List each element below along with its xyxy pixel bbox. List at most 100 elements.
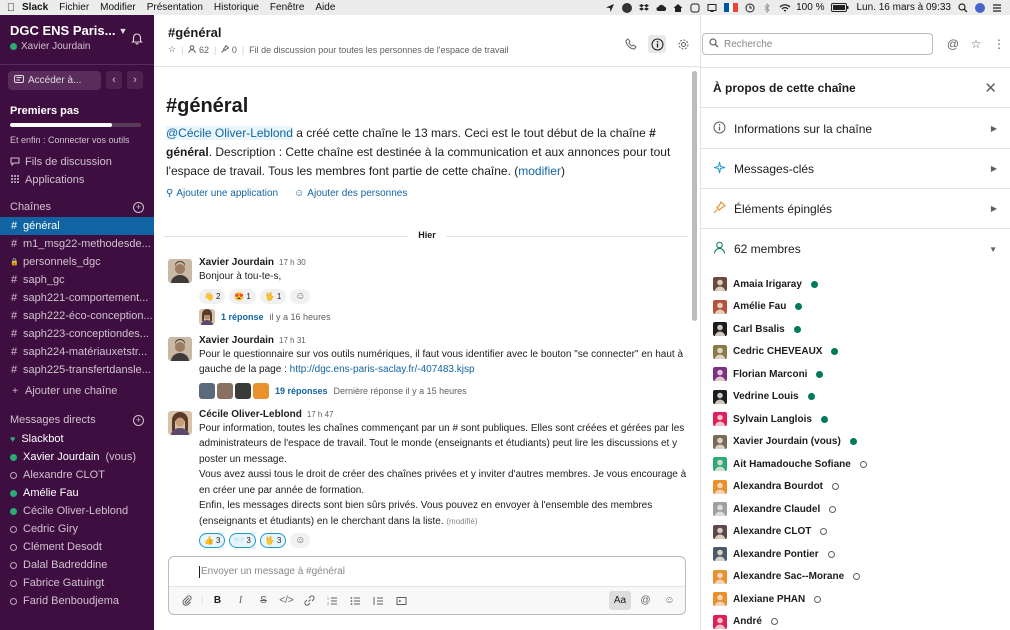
add-people-button[interactable]: ☺ Ajouter des personnes: [294, 188, 407, 199]
dm-section-header[interactable]: Messages directs +: [0, 410, 154, 430]
italic-icon[interactable]: I: [231, 591, 250, 610]
sidebar-item-dm[interactable]: Dalal Badreddine: [0, 556, 154, 574]
reaction[interactable]: 👋 2: [199, 288, 226, 304]
star-icon[interactable]: ☆: [168, 44, 176, 55]
format-toggle-button[interactable]: Aa: [609, 591, 631, 610]
spotlight-icon[interactable]: [958, 2, 968, 13]
app-tray-icon[interactable]: [622, 2, 633, 13]
numbered-list-icon[interactable]: 12: [323, 591, 342, 610]
message-author[interactable]: Cécile Oliver-Leblond: [199, 409, 302, 420]
sidebar-item-channel[interactable]: # m1_msg22-methodesde...: [0, 235, 154, 253]
member-row[interactable]: Alexandre Pontier: [713, 543, 1003, 566]
member-row[interactable]: Amaia Irigaray: [713, 273, 1003, 296]
back-arrow-icon[interactable]: ‹: [106, 71, 122, 89]
member-row[interactable]: Alexiane PHAN: [713, 588, 1003, 611]
thread-summary[interactable]: 1 réponse il y a 16 heures: [199, 308, 688, 325]
thread-summary[interactable]: 19 réponses Dernière réponse il y a 15 h…: [199, 382, 688, 399]
avatar[interactable]: [168, 259, 192, 283]
jump-to-button[interactable]: Accéder à...: [8, 70, 101, 90]
message[interactable]: Xavier Jourdain 17 h 31 Pour le question…: [154, 335, 700, 399]
message-author[interactable]: Xavier Jourdain: [199, 257, 274, 268]
message-scrollbar[interactable]: [692, 71, 697, 321]
member-row[interactable]: Alexandra Bourdot: [713, 476, 1003, 499]
message[interactable]: Cécile Oliver-Leblond 17 h 47 Pour infor…: [154, 409, 700, 548]
add-reaction-icon[interactable]: ☺: [290, 288, 311, 304]
member-row[interactable]: Sylvain Langlois: [713, 408, 1003, 431]
sidebar-item-dm[interactable]: Farid Benboudjema: [0, 592, 154, 610]
avatar[interactable]: [168, 336, 192, 361]
add-channel-button[interactable]: + Ajouter une chaîne: [0, 382, 154, 400]
sidebar-item-channel[interactable]: # saph223-conceptiondes...: [0, 325, 154, 343]
bluetooth-icon[interactable]: [762, 2, 772, 13]
sidebar-item-channel[interactable]: # saph225-transfertdansle...: [0, 361, 154, 379]
forward-arrow-icon[interactable]: ›: [127, 71, 143, 89]
emoji-icon[interactable]: ☺: [660, 591, 679, 610]
avatar[interactable]: [168, 410, 192, 435]
info-icon[interactable]: [648, 35, 666, 53]
menu-fenetre[interactable]: Fenêtre: [270, 2, 304, 13]
message-time[interactable]: 17 h 31: [279, 336, 306, 345]
accessibility-icon[interactable]: [690, 3, 700, 13]
menu-modifier[interactable]: Modifier: [100, 2, 136, 13]
sidebar-item-dm[interactable]: Alexandre CLOT: [0, 466, 154, 484]
onboarding-progress[interactable]: Premiers pas Et enfin : Connecter vos ou…: [0, 91, 154, 145]
phone-icon[interactable]: [622, 35, 640, 53]
member-row[interactable]: Florian Marconi: [713, 363, 1003, 386]
sidebar-item-dm[interactable]: Xavier Jourdain (vous): [0, 448, 154, 466]
sidebar-item-dm[interactable]: Cedric Giry: [0, 520, 154, 538]
time-machine-icon[interactable]: [745, 3, 755, 13]
member-row[interactable]: Cedric CHEVEAUX: [713, 341, 1003, 364]
sidebar-item-dm[interactable]: Amélie Fau: [0, 484, 154, 502]
pin-count-button[interactable]: 0: [221, 44, 237, 55]
details-row-highlights[interactable]: Messages-clés ▶: [701, 149, 1010, 189]
reaction[interactable]: 😍 1: [229, 288, 256, 304]
sidebar-item-dm[interactable]: Cécile Oliver-Leblond: [0, 502, 154, 520]
day-divider-label[interactable]: Hier: [408, 230, 446, 240]
message-author[interactable]: Xavier Jourdain: [199, 335, 274, 346]
menu-presentation[interactable]: Présentation: [147, 2, 203, 13]
thread-reply-count[interactable]: 1 réponse: [221, 312, 264, 322]
member-row[interactable]: Amélie Fau: [713, 296, 1003, 319]
starred-icon[interactable]: ☆: [969, 37, 983, 51]
message-time[interactable]: 17 h 47: [307, 410, 334, 419]
channel-topic[interactable]: Fil de discussion pour toutes les person…: [249, 45, 508, 55]
sidebar-item-channel[interactable]: # saph222-éco-conception...: [0, 307, 154, 325]
sidebar-item-channel[interactable]: # saph_gc: [0, 271, 154, 289]
home-icon[interactable]: [673, 3, 683, 13]
details-row-pinned[interactable]: Éléments épinglés ▶: [701, 189, 1010, 229]
sidebar-item-dm[interactable]: Fabrice Gatuingt: [0, 574, 154, 592]
reaction[interactable]: 🖖 1: [259, 288, 287, 304]
add-reaction-icon[interactable]: ☺: [290, 533, 311, 548]
sidebar-item-dm[interactable]: Clément Desodt: [0, 538, 154, 556]
composer-input[interactable]: Envoyer un message à #général: [199, 566, 345, 578]
details-row-members[interactable]: 62 membres ▼: [701, 229, 1010, 269]
code-icon[interactable]: </>: [277, 591, 296, 610]
add-dm-plus-icon[interactable]: +: [133, 414, 144, 426]
reaction[interactable]: 📨 3: [229, 533, 256, 548]
battery-percent[interactable]: 100 %: [796, 2, 824, 13]
member-count-button[interactable]: 62: [188, 45, 209, 55]
siri-icon[interactable]: [975, 2, 985, 13]
member-row[interactable]: Alexandre Claudel: [713, 498, 1003, 521]
menu-aide[interactable]: Aide: [315, 2, 335, 13]
sidebar-item-channel[interactable]: # saph224-matériauxetstr...: [0, 343, 154, 361]
sidebar-item-channel[interactable]: # général: [0, 217, 154, 235]
gear-icon[interactable]: [674, 35, 692, 53]
bold-icon[interactable]: B: [208, 591, 227, 610]
wifi-icon[interactable]: [779, 3, 791, 13]
apple-icon[interactable]: : [0, 2, 22, 14]
member-row[interactable]: Xavier Jourdain (vous): [713, 431, 1003, 454]
menu-historique[interactable]: Historique: [214, 2, 259, 13]
member-row[interactable]: Vedrine Louis: [713, 386, 1003, 409]
workspace-name-row[interactable]: DGC ENS Paris... ▼: [10, 23, 144, 38]
member-row[interactable]: Alexandre Sac--Morane: [713, 566, 1003, 589]
battery-icon[interactable]: [831, 2, 849, 13]
search-input[interactable]: Recherche: [702, 33, 933, 55]
flag-fr-icon[interactable]: [724, 3, 739, 12]
more-vertical-icon[interactable]: ⋮: [992, 37, 1006, 51]
edit-description-link[interactable]: modifier: [518, 164, 561, 178]
workspace-header[interactable]: DGC ENS Paris... ▼ Xavier Jourdain: [0, 15, 154, 65]
mentions-at-icon[interactable]: @: [946, 37, 960, 51]
thread-reply-count[interactable]: 19 réponses: [275, 386, 328, 396]
reaction[interactable]: 👍 3: [199, 533, 226, 548]
